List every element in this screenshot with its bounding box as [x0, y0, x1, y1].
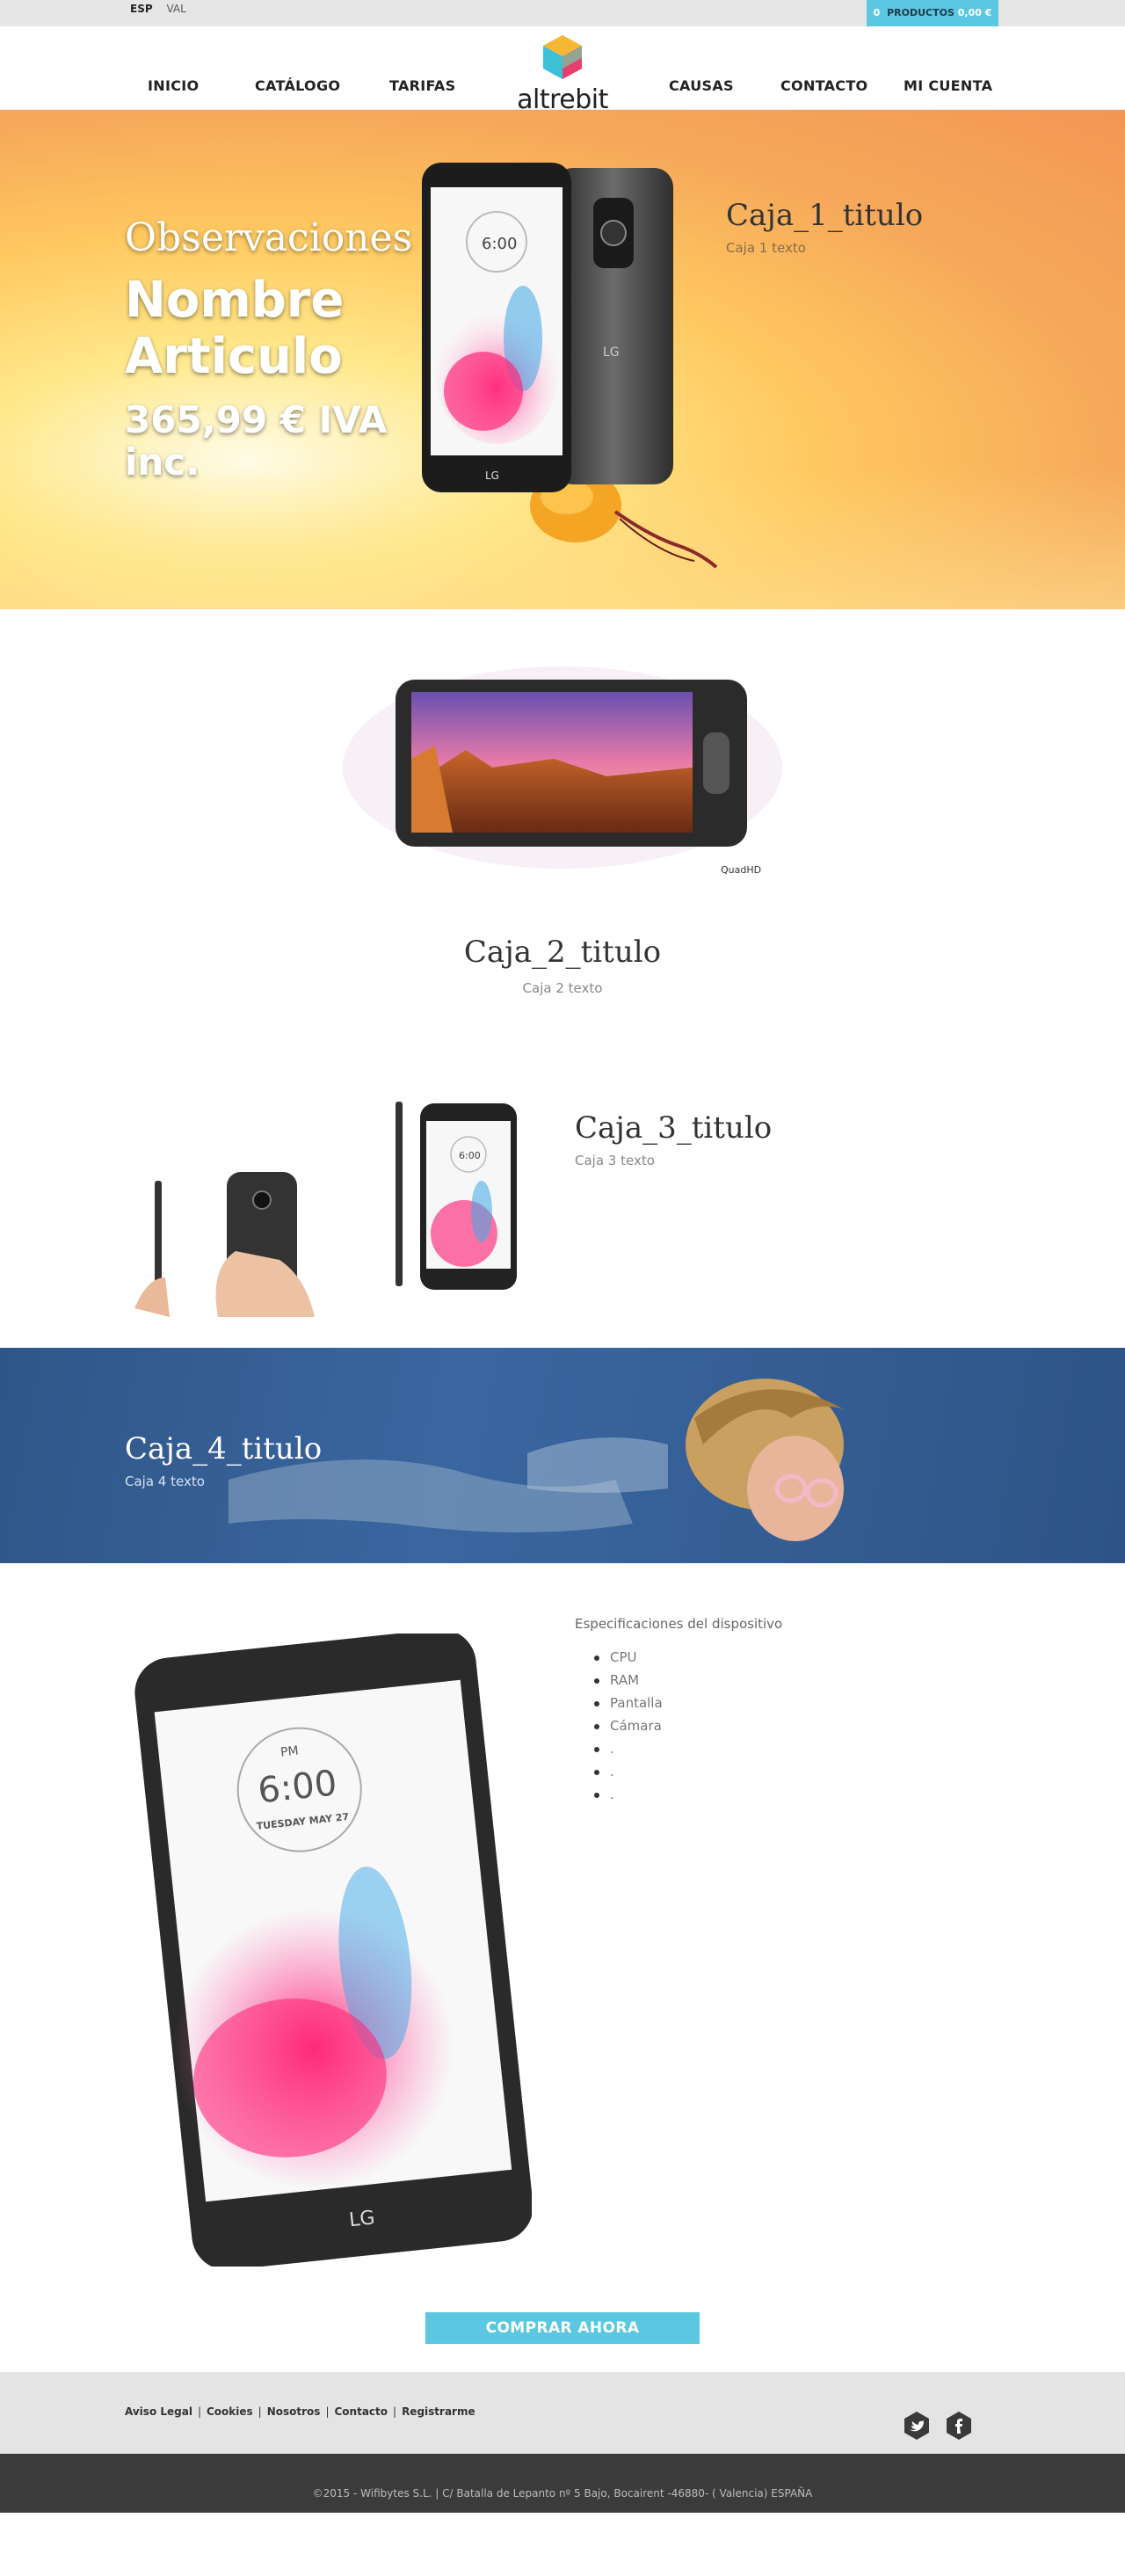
nav-tarifas[interactable]: TARIFAS — [389, 77, 455, 94]
box4-text: Caja 4 texto — [125, 1474, 205, 1489]
spec-item: . — [575, 1760, 782, 1783]
main-nav: INICIO CATÁLOGO TARIFAS altrebit CAUSAS … — [0, 26, 1125, 115]
nav-causas[interactable]: CAUSAS — [669, 77, 734, 94]
box2-text: Caja 2 texto — [522, 980, 603, 996]
box4-title: Caja_4_titulo — [125, 1431, 323, 1466]
logo-cube-icon — [543, 35, 582, 79]
facebook-icon[interactable] — [944, 2411, 974, 2441]
nav-contacto[interactable]: CONTACTO — [780, 77, 867, 94]
footer-link-contacto[interactable]: Contacto — [334, 2405, 388, 2418]
lang-esp[interactable]: ESP — [130, 3, 153, 15]
spec-item: Cámara — [575, 1714, 782, 1737]
nav-inicio[interactable]: INICIO — [148, 77, 199, 94]
footer-links: Aviso Legal | Cookies | Nosotros | Contacto | Re… — [125, 2405, 475, 2418]
top-bar: ESP VAL 0 PRODUCTOS 0,00 € — [0, 0, 1125, 26]
svg-text:QuadHD: QuadHD — [721, 864, 761, 876]
footer: Aviso Legal | Cookies | Nosotros | Contacto | Re… — [0, 2372, 1125, 2454]
spec-item: RAM — [575, 1669, 782, 1692]
box3-title: Caja_3_titulo — [575, 1110, 773, 1146]
svg-text:LG: LG — [348, 2207, 376, 2231]
section-2: QuadHD Caja_2_titulo Caja 2 texto — [0, 609, 1125, 1040]
box2-title: Caja_2_titulo — [463, 935, 662, 970]
lang-val[interactable]: VAL — [166, 3, 185, 15]
box1: Caja_1_titulo Caja 1 texto — [726, 198, 923, 256]
svg-text:LG: LG — [603, 346, 620, 360]
box1-title: Caja_1_titulo — [726, 198, 924, 233]
footer-separator: | — [197, 2405, 201, 2418]
footer-link-nosotros[interactable]: Nosotros — [267, 2405, 321, 2418]
specs-list: CPU RAM Pantalla Cámara . . . — [575, 1646, 782, 1806]
svg-text:6:00: 6:00 — [482, 235, 517, 253]
hands-phone-image — [134, 1172, 315, 1317]
cart-button[interactable]: 0 PRODUCTOS 0,00 € — [867, 0, 998, 26]
large-phone-image: PM 6:00 TUESDAY MAY 27 LG — [134, 1634, 532, 2267]
box3: Caja_3_titulo Caja 3 texto — [575, 1110, 772, 1168]
footer-separator: | — [393, 2405, 397, 2418]
spec-item: Pantalla — [575, 1692, 782, 1714]
box1-text: Caja 1 texto — [726, 240, 806, 256]
spec-item: . — [575, 1783, 782, 1806]
footer-link-registrarme[interactable]: Registrarme — [402, 2405, 475, 2418]
twitter-icon[interactable] — [902, 2411, 932, 2441]
hero-price: 365,99 € IVA inc. — [125, 398, 388, 484]
copyright-bar: ©2015 - Wifibytes S.L. | C/ Batalla de L… — [0, 2454, 1125, 2513]
box3-text: Caja 3 texto — [575, 1153, 655, 1168]
nav-mi-cuenta[interactable]: MI CUENTA — [904, 77, 992, 94]
front-side-phone-image: 6:00 — [396, 1102, 517, 1290]
hero-product-name: Nombre Articulo — [125, 272, 345, 385]
box4: Caja_4_titulo Caja 4 texto — [125, 1431, 322, 1489]
section-4-banner: Caja_4_titulo Caja 4 texto — [0, 1348, 1125, 1563]
specs-title: Especificaciones del dispositivo — [575, 1616, 783, 1632]
spec-item: . — [575, 1737, 782, 1760]
logo[interactable]: altrebit — [499, 33, 626, 115]
cart-label: PRODUCTOS — [887, 7, 954, 18]
spec-item: CPU — [575, 1646, 782, 1669]
nav-catalogo[interactable]: CATÁLOGO — [255, 77, 340, 94]
svg-text:PM: PM — [279, 1743, 299, 1759]
section-3: 6:00 Caja_3_titulo Caja 3 texto — [0, 1040, 1125, 1348]
specs-block: Especificaciones del dispositivo CPU RAM… — [575, 1616, 782, 1806]
cart-total: 0,00 € — [957, 7, 992, 18]
svg-text:LG: LG — [485, 469, 499, 482]
footer-link-aviso-legal[interactable]: Aviso Legal — [125, 2405, 192, 2418]
landscape-phone-image: QuadHD — [343, 666, 782, 876]
hero-phone-image: LG 6:00 LG — [422, 163, 673, 492]
cart-count: 0 — [873, 7, 881, 18]
footer-separator: | — [325, 2405, 330, 2418]
footer-link-cookies[interactable]: Cookies — [207, 2405, 253, 2418]
footer-separator: | — [258, 2405, 262, 2418]
hero-banner: Observaciones Nombre Articulo 365,99 € I… — [0, 110, 1125, 609]
svg-text:6:00: 6:00 — [256, 1763, 338, 1811]
language-switcher: ESP VAL — [130, 3, 197, 15]
hero-observaciones: Observaciones — [125, 215, 413, 260]
hero-text: Observaciones Nombre Articulo 365,99 € I… — [125, 215, 424, 484]
buy-now-button[interactable]: COMPRAR AHORA — [425, 2312, 700, 2344]
svg-text:6:00: 6:00 — [459, 1150, 481, 1161]
copyright-text: ©2015 - Wifibytes S.L. | C/ Batalla de L… — [312, 2487, 813, 2500]
section-5: PM 6:00 TUESDAY MAY 27 LG Especificacion… — [0, 1563, 1125, 2372]
